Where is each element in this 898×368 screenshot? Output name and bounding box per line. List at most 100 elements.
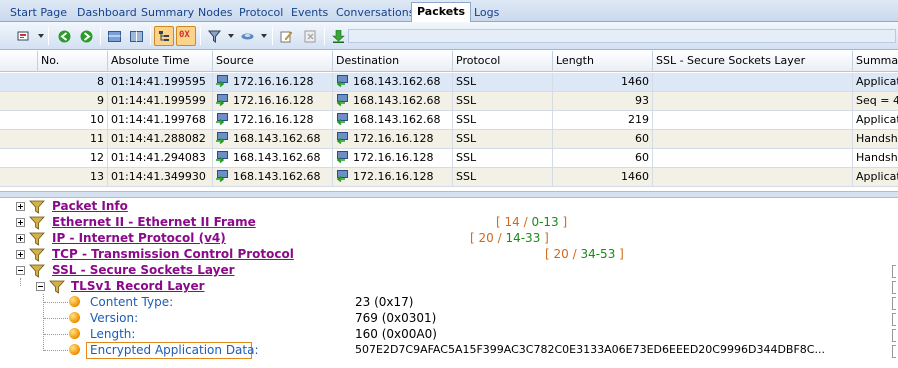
cell-len: 1460 — [553, 73, 653, 91]
table-row[interactable]: 10 01:14:41.199768 172.16.16.128 168.143.16… — [0, 111, 898, 130]
tree-guide — [44, 318, 68, 319]
forward-icon[interactable] — [76, 26, 96, 46]
collapse-toggle-icon[interactable] — [16, 266, 25, 275]
cell-time: 01:14:41.199768 — [108, 111, 213, 129]
host-icon — [216, 132, 230, 144]
clear-icon[interactable] — [300, 26, 320, 46]
byte-range-tcp: [ 20 / 34-53 ] — [545, 247, 624, 261]
expand-toggle-icon[interactable] — [16, 218, 25, 227]
decode-icon[interactable] — [237, 26, 257, 46]
tab-events[interactable]: Events — [285, 3, 334, 22]
layer-label-ethernet[interactable]: Ethernet II - Ethernet II Frame — [52, 215, 256, 229]
tab-protocol[interactable]: Protocol — [233, 3, 289, 22]
column-header-summary[interactable]: Summary — [853, 51, 898, 72]
cell-text: 172.16.16.128 — [353, 151, 434, 164]
cell-src: 168.143.162.68 — [213, 168, 333, 186]
host-icon — [336, 75, 350, 87]
back-icon[interactable] — [54, 26, 74, 46]
field-label-content-type[interactable]: Content Type: — [90, 295, 173, 309]
cell-text: SSL — [456, 113, 477, 126]
cell-time: 01:14:41.288082 — [108, 130, 213, 148]
capture-options-icon[interactable] — [13, 26, 33, 46]
cell-text: 13 — [90, 170, 104, 183]
layer-label-ssl[interactable]: SSL - Secure Sockets Layer — [52, 263, 235, 277]
host-icon — [336, 132, 350, 144]
toolbar-strip — [348, 29, 896, 43]
tab-logs[interactable]: Logs — [468, 3, 505, 22]
cell-src: 168.143.162.68 — [213, 149, 333, 167]
cell-proto: SSL — [453, 73, 553, 91]
cell-text: 01:14:41.294083 — [111, 151, 206, 164]
chevron-down-icon[interactable] — [38, 34, 44, 38]
hex-view-icon[interactable]: 0X — [176, 26, 196, 46]
column-header-protocol[interactable]: Protocol — [453, 51, 553, 72]
field-label-length[interactable]: Length: — [90, 327, 135, 341]
layer-label-ip[interactable]: IP - Internet Protocol (v4) — [52, 231, 226, 245]
table-row[interactable]: 11 01:14:41.288082 168.143.162.68 172.16.16… — [0, 130, 898, 149]
layout-icon[interactable] — [104, 26, 124, 46]
range-size: 14 — [504, 215, 520, 229]
row-indicator — [0, 149, 10, 167]
hex-bracket — [892, 329, 896, 342]
column-header-no[interactable]: No. — [38, 51, 108, 72]
field-bullet-icon — [69, 312, 80, 323]
toolbar-separator — [100, 27, 101, 45]
columns-icon[interactable] — [126, 26, 146, 46]
column-header-length[interactable]: Length — [553, 51, 653, 72]
field-label-encrypted-data[interactable]: Encrypted Application Data: — [90, 343, 259, 357]
tab-start-page[interactable]: Start Page — [4, 3, 73, 22]
layer-label-tls-record[interactable]: TLSv1 Record Layer — [71, 279, 205, 293]
hex-bracket — [892, 265, 896, 278]
cell-text: Handshak — [856, 151, 898, 164]
table-row[interactable]: 12 01:14:41.294083 168.143.162.68 172.16.16… — [0, 149, 898, 168]
host-icon — [336, 170, 350, 182]
tab-dashboard[interactable]: Dashboard — [71, 3, 143, 22]
cell-text: 9 — [97, 94, 104, 107]
field-bullet-icon — [69, 296, 80, 307]
download-icon[interactable] — [328, 26, 348, 46]
expand-toggle-icon[interactable] — [16, 234, 25, 243]
field-label-version[interactable]: Version: — [90, 311, 138, 325]
tab-conversations[interactable]: Conversations — [330, 3, 420, 22]
table-row[interactable]: 9 01:14:41.199599 172.16.16.128 168.143.162… — [0, 92, 898, 111]
tree-view-icon[interactable] — [154, 26, 174, 46]
column-header-source[interactable]: Source — [213, 51, 333, 72]
chevron-down-icon[interactable] — [228, 34, 234, 38]
expand-toggle-icon[interactable] — [16, 250, 25, 259]
cell-text: 172.16.16.128 — [233, 94, 314, 107]
cell-text: SSL — [456, 132, 477, 145]
expand-toggle-icon[interactable] — [16, 202, 25, 211]
cell-text: 168.143.162.68 — [233, 151, 321, 164]
chevron-down-icon[interactable] — [261, 34, 267, 38]
column-header-ssl[interactable]: SSL - Secure Sockets Layer — [653, 51, 853, 72]
cell-ssl — [653, 130, 853, 148]
cell-text: 219 — [628, 113, 649, 126]
cell-ssl — [653, 73, 853, 91]
cell-text: SSL — [456, 75, 477, 88]
range-span: 34-53 — [580, 247, 616, 261]
column-header-time[interactable]: Absolute Time — [108, 51, 213, 72]
cell-ssl — [653, 92, 853, 110]
collapse-toggle-icon[interactable] — [36, 282, 45, 291]
cell-text: 11 — [90, 132, 104, 145]
cell-text: SSL — [456, 94, 477, 107]
table-row[interactable]: 13 01:14:41.349930 168.143.162.68 172.16.16… — [0, 168, 898, 187]
packet-list-header: No. Absolute Time Source Destination Pro… — [0, 51, 898, 72]
tab-nodes[interactable]: Nodes — [192, 3, 238, 22]
host-icon — [216, 75, 230, 87]
row-indicator — [0, 130, 10, 148]
layer-label-packet-info[interactable]: Packet Info — [52, 199, 128, 213]
cell-dst: 168.143.162.68 — [333, 92, 453, 110]
cell-proto: SSL — [453, 168, 553, 186]
table-row[interactable]: 8 01:14:41.199595 172.16.16.128 168.143.162… — [0, 73, 898, 92]
edit-icon[interactable] — [276, 26, 296, 46]
layer-label-tcp[interactable]: TCP - Transmission Control Protocol — [52, 247, 294, 261]
tab-packets[interactable]: Packets — [411, 2, 471, 23]
cell-no: 12 — [38, 149, 108, 167]
pane-splitter[interactable] — [0, 191, 898, 198]
field-value-content-type: 23 (0x17) — [355, 295, 414, 309]
filter-icon[interactable] — [204, 26, 224, 46]
column-header-destination[interactable]: Destination — [333, 51, 453, 72]
row-indicator — [0, 92, 10, 110]
tab-summary[interactable]: Summary — [135, 3, 200, 22]
